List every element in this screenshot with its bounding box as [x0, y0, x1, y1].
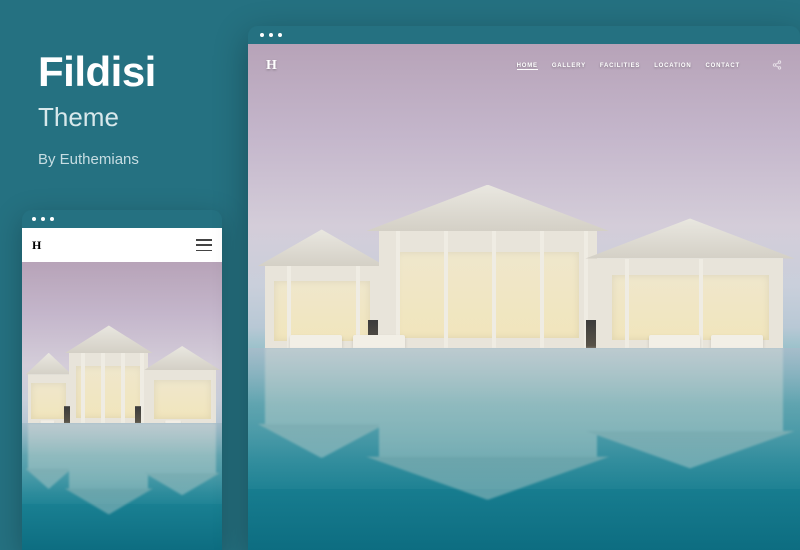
- theme-author: By Euthemians: [38, 151, 156, 168]
- traffic-light-dot: [41, 217, 45, 221]
- desktop-preview-window: H HOME GALLERY FACILITIES LOCATION CONTA…: [248, 26, 800, 550]
- desktop-hero-image: [248, 44, 800, 550]
- nav-link-home[interactable]: HOME: [517, 63, 538, 70]
- theme-title: Fildisi: [38, 48, 156, 96]
- site-logo[interactable]: H: [266, 58, 277, 74]
- nav-link-location[interactable]: LOCATION: [654, 63, 691, 69]
- theme-info: Fildisi Theme By Euthemians: [38, 48, 156, 168]
- nav-link-gallery[interactable]: GALLERY: [552, 63, 586, 69]
- hamburger-menu-icon[interactable]: [196, 239, 212, 251]
- desktop-viewport: H HOME GALLERY FACILITIES LOCATION CONTA…: [248, 44, 800, 550]
- traffic-light-dot: [50, 217, 54, 221]
- desktop-nav-bar: H HOME GALLERY FACILITIES LOCATION CONTA…: [248, 44, 800, 88]
- mobile-viewport: H: [22, 228, 222, 550]
- desktop-browser-chrome: [248, 26, 800, 44]
- traffic-light-dot: [278, 33, 282, 37]
- mobile-nav-bar: H: [22, 228, 222, 262]
- share-icon[interactable]: [772, 57, 782, 75]
- theme-subtitle: Theme: [38, 102, 156, 133]
- mobile-preview-window: H: [22, 210, 222, 550]
- traffic-light-dot: [260, 33, 264, 37]
- primary-nav: HOME GALLERY FACILITIES LOCATION CONTACT: [517, 57, 782, 75]
- nav-link-facilities[interactable]: FACILITIES: [600, 63, 640, 69]
- mobile-hero-image: [22, 262, 222, 550]
- mobile-browser-chrome: [22, 210, 222, 228]
- traffic-light-dot: [32, 217, 36, 221]
- traffic-light-dot: [269, 33, 273, 37]
- nav-link-contact[interactable]: CONTACT: [706, 63, 740, 69]
- site-logo[interactable]: H: [32, 238, 41, 253]
